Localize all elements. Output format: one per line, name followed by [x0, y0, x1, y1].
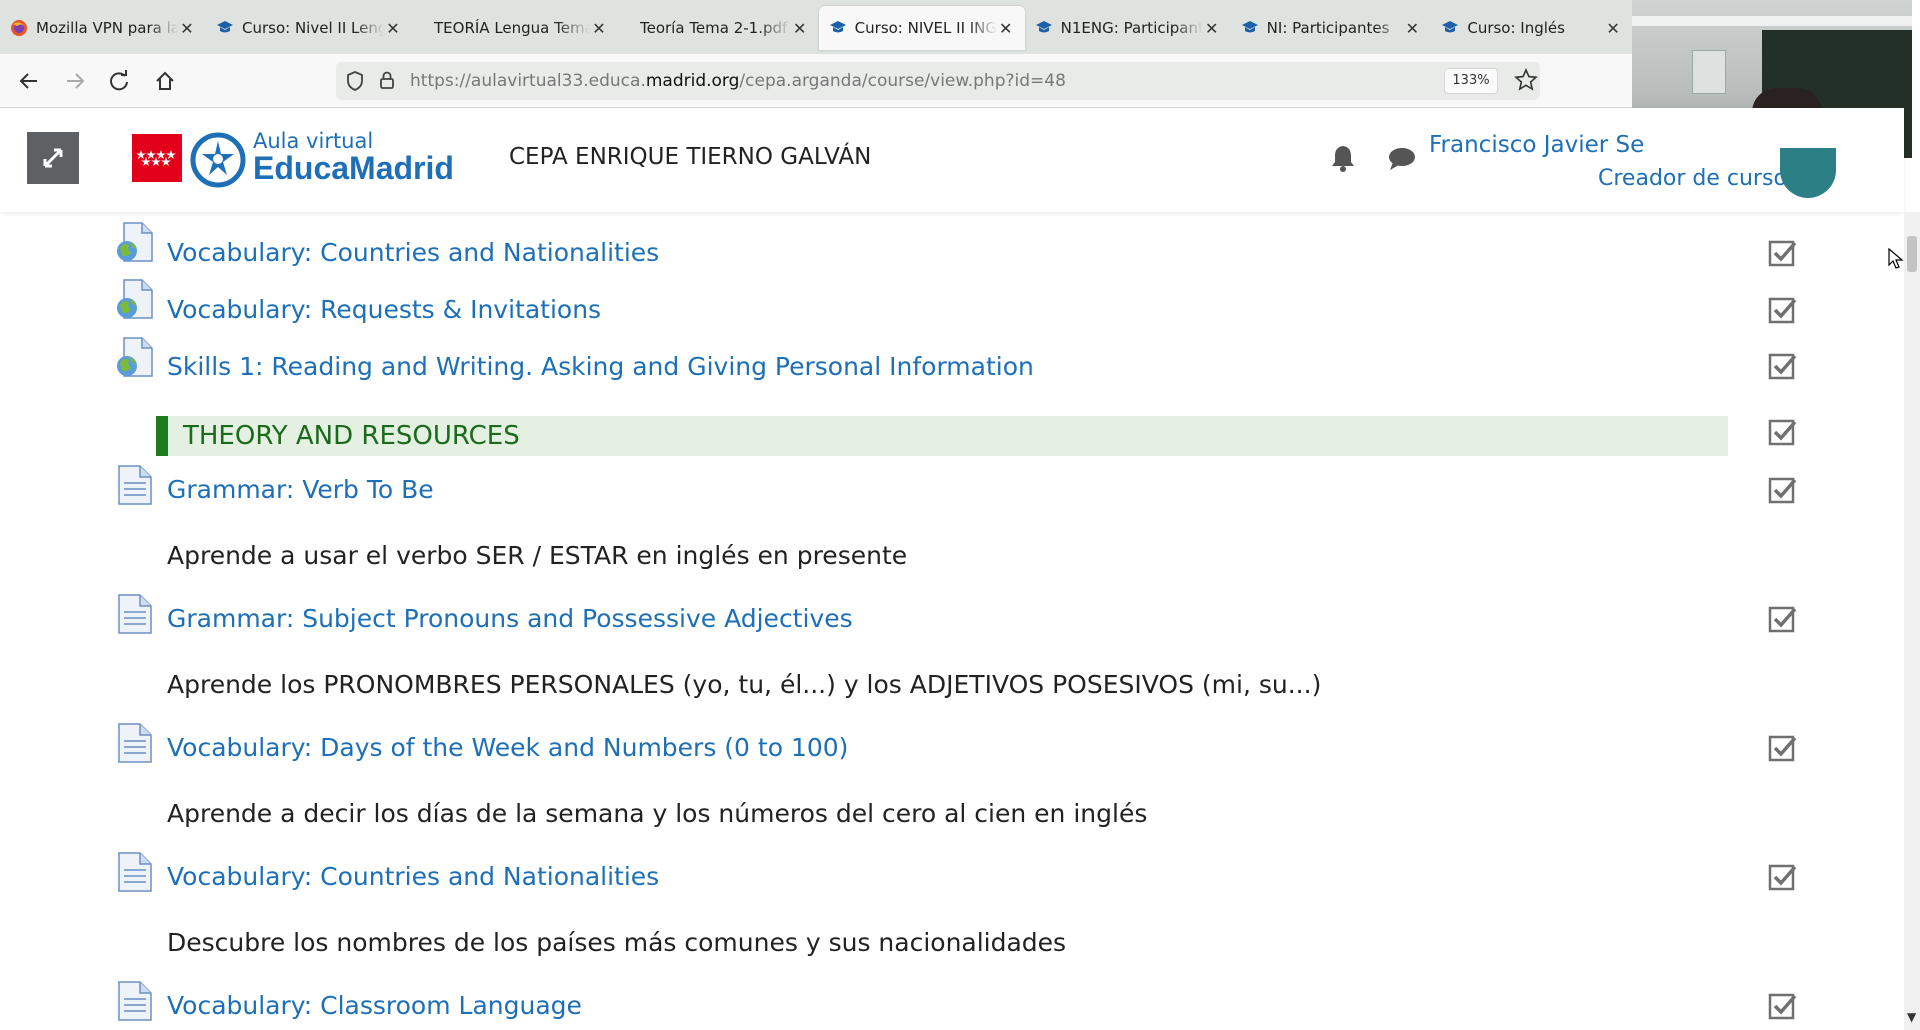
- close-tab-icon[interactable]: ✕: [791, 19, 809, 38]
- reload-icon[interactable]: [104, 66, 134, 96]
- file-page-icon: [116, 465, 154, 505]
- educamadrid-logo-icon[interactable]: [190, 132, 246, 192]
- url-suffix: /cepa.arganda/course/view.php?id=48: [739, 71, 1066, 91]
- browser-tab-active[interactable]: Curso: NIVEL II INGL ✕: [818, 6, 1025, 50]
- notifications-bell-icon[interactable]: [1330, 144, 1356, 176]
- section-accent-bar: [156, 416, 168, 456]
- browser-tab[interactable]: Mozilla VPN para la ✕: [0, 6, 206, 50]
- resource-description: Aprende los PRONOMBRES PERSONALES (yo, t…: [167, 670, 1322, 699]
- tab-title: Curso: Inglés: [1467, 19, 1565, 37]
- browser-tab[interactable]: Teoría Tema 2-1.pdf ✕: [618, 6, 819, 50]
- moodle-cap-icon: [1035, 19, 1053, 37]
- resource-description: Aprende a decir los días de la semana y …: [167, 799, 1148, 828]
- moodle-cap-icon: [1441, 19, 1459, 37]
- resource-link[interactable]: Vocabulary: Countries and Nationalities: [167, 862, 659, 891]
- messages-chat-icon[interactable]: [1388, 146, 1416, 176]
- expand-icon: [43, 148, 63, 168]
- avatar[interactable]: [1780, 148, 1836, 198]
- file-page-icon: [116, 981, 154, 1021]
- browser-nav-bar: https://aulavirtual33.educa.madrid.org/c…: [0, 54, 1632, 108]
- close-tab-icon[interactable]: ✕: [590, 19, 608, 38]
- tab-title: Curso: Nivel II Lengu: [242, 19, 384, 37]
- close-tab-icon[interactable]: ✕: [178, 19, 196, 38]
- site-name[interactable]: CEPA ENRIQUE TIERNO GALVÁN: [509, 144, 871, 170]
- activity-link[interactable]: Vocabulary: Requests & Invitations: [167, 295, 601, 324]
- web-page-icon: [116, 279, 154, 319]
- firefox-icon: [10, 19, 28, 37]
- bookmark-star-icon[interactable]: [1514, 68, 1538, 96]
- file-page-icon: [116, 852, 154, 892]
- close-tab-icon[interactable]: ✕: [997, 19, 1015, 38]
- tab-title: N1ENG: Participante: [1060, 19, 1203, 37]
- web-page-icon: [116, 222, 154, 262]
- webcam-projector: [1692, 50, 1726, 94]
- resource-link[interactable]: Grammar: Verb To Be: [167, 475, 434, 504]
- completion-checkbox[interactable]: [1768, 295, 1798, 325]
- url-prefix: https://aulavirtual33.educa.: [410, 71, 646, 91]
- section-row: [0, 400, 1900, 446]
- activity-link[interactable]: Vocabulary: Countries and Nationalities: [167, 238, 659, 267]
- browser-tab[interactable]: TEORÍA Lengua Tema 2- ✕: [412, 6, 618, 50]
- page-scrollbar[interactable]: ▼: [1904, 212, 1920, 1030]
- completion-checkbox[interactable]: [1768, 351, 1798, 381]
- tab-title: Mozilla VPN para la: [36, 19, 178, 37]
- moodle-cap-icon: [829, 19, 847, 37]
- browser-tab[interactable]: NI: Participantes ✕: [1231, 6, 1432, 50]
- resource-link[interactable]: Vocabulary: Days of the Week and Numbers…: [167, 733, 848, 762]
- site-header: Aula virtual EducaMadrid CEPA ENRIQUE TI…: [0, 108, 1904, 212]
- comunidad-madrid-flag-logo[interactable]: [132, 134, 182, 182]
- forward-arrow-icon[interactable]: [60, 66, 90, 96]
- resource-link[interactable]: Vocabulary: Classroom Language: [167, 991, 582, 1020]
- browser-tab-bar: Mozilla VPN para la ✕ Curso: Nivel II Le…: [0, 0, 1632, 54]
- file-page-icon: [116, 594, 154, 634]
- resource-link[interactable]: Grammar: Subject Pronouns and Possessive…: [167, 604, 853, 633]
- close-tab-icon[interactable]: ✕: [1604, 19, 1622, 38]
- completion-checkbox[interactable]: [1768, 862, 1798, 892]
- address-bar[interactable]: https://aulavirtual33.educa.madrid.org/c…: [336, 62, 1540, 100]
- completion-checkbox[interactable]: [1768, 238, 1798, 268]
- completion-checkbox[interactable]: [1768, 991, 1798, 1021]
- browser-tab[interactable]: Curso: Nivel II Lengu ✕: [206, 6, 412, 50]
- back-arrow-icon[interactable]: [14, 66, 44, 96]
- zoom-level-badge[interactable]: 133%: [1444, 68, 1498, 94]
- scroll-down-arrow-icon[interactable]: ▼: [1907, 1010, 1916, 1024]
- course-content: Vocabulary: Countries and Nationalities …: [0, 212, 1900, 1030]
- tab-title: NI: Participantes: [1266, 19, 1390, 37]
- section-label-band: THEORY AND RESOURCES: [156, 416, 1728, 456]
- browser-tab[interactable]: Curso: Inglés ✕: [1431, 6, 1632, 50]
- close-tab-icon[interactable]: ✕: [1403, 19, 1421, 38]
- browser-tab[interactable]: N1ENG: Participante ✕: [1025, 6, 1231, 50]
- moodle-cap-icon: [216, 19, 234, 37]
- tab-title: Teoría Tema 2-1.pdf: [640, 19, 788, 37]
- logo-title: EducaMadrid: [253, 150, 454, 186]
- resource-description: Descubre los nombres de los países más c…: [167, 928, 1067, 957]
- section-title: THEORY AND RESOURCES: [183, 421, 520, 451]
- completion-checkbox[interactable]: [1768, 475, 1798, 505]
- fullscreen-toggle-button[interactable]: [27, 132, 79, 184]
- url-text[interactable]: https://aulavirtual33.educa.madrid.org/c…: [410, 71, 1066, 91]
- completion-checkbox[interactable]: [1768, 604, 1798, 634]
- moodle-cap-icon: [1241, 19, 1259, 37]
- user-role-label: Creador de curso: [1598, 166, 1787, 191]
- tab-title: TEORÍA Lengua Tema 2-: [434, 19, 590, 37]
- shield-icon[interactable]: [346, 71, 364, 95]
- mouse-cursor-icon: [1888, 247, 1904, 274]
- activity-link[interactable]: Skills 1: Reading and Writing. Asking an…: [167, 352, 1034, 381]
- close-tab-icon[interactable]: ✕: [1203, 19, 1221, 38]
- scrollbar-thumb[interactable]: [1907, 236, 1917, 272]
- completion-checkbox[interactable]: [1768, 417, 1798, 447]
- file-page-icon: [116, 723, 154, 763]
- tab-title: Curso: NIVEL II INGL: [854, 19, 997, 37]
- web-page-icon: [116, 337, 154, 377]
- lock-icon[interactable]: [378, 70, 396, 94]
- url-domain: madrid.org: [645, 71, 740, 91]
- completion-checkbox[interactable]: [1768, 733, 1798, 763]
- resource-description: Aprende a usar el verbo SER / ESTAR en i…: [167, 541, 908, 570]
- close-tab-icon[interactable]: ✕: [384, 19, 402, 38]
- home-icon[interactable]: [150, 66, 180, 96]
- user-menu-name[interactable]: Francisco Javier Se: [1429, 132, 1644, 158]
- webcam-ceiling-light: [1632, 16, 1912, 26]
